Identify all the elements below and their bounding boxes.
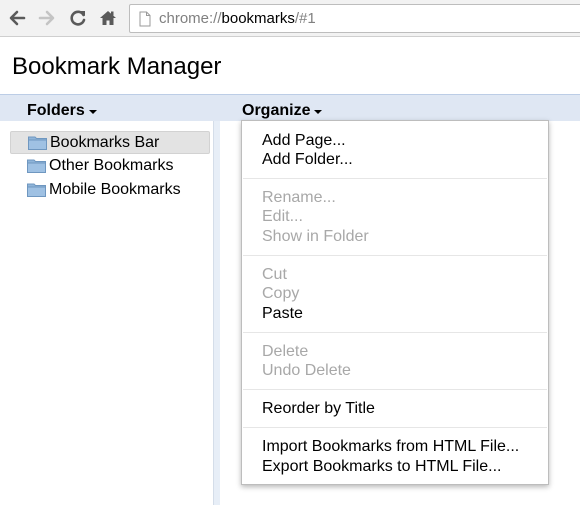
menu-item-show-in-folder[interactable]: Show in Folder (262, 227, 369, 246)
url-host: bookmarks (221, 10, 295, 27)
url-scheme: chrome:// (159, 10, 222, 27)
back-arrow-icon (9, 10, 26, 26)
page-title: Bookmark Manager (12, 53, 222, 80)
menu-separator (243, 178, 547, 179)
home-icon (100, 11, 116, 25)
pane-splitter[interactable] (213, 121, 220, 505)
menu-item-paste[interactable]: Paste (262, 304, 303, 323)
tree-item-label: Mobile Bookmarks (49, 181, 181, 198)
menu-separator (243, 255, 547, 256)
organize-label: Organize (242, 102, 311, 119)
menu-separator (243, 332, 547, 333)
folder-icon (28, 136, 47, 150)
menu-item-add-page[interactable]: Add Page... (262, 131, 346, 150)
caret-down-icon (314, 109, 323, 114)
menu-item-undo-delete[interactable]: Undo Delete (262, 361, 351, 380)
forward-button[interactable] (35, 6, 59, 30)
folder-icon (27, 183, 46, 197)
menu-item-cut[interactable]: Cut (262, 265, 287, 284)
menu-separator (243, 427, 547, 428)
url-path: /#1 (294, 10, 316, 27)
page-icon (139, 11, 151, 27)
tree-item-bookmarks-bar[interactable]: Bookmarks Bar (10, 131, 210, 154)
menu-item-reorder-by-title[interactable]: Reorder by Title (262, 399, 375, 418)
menu-item-rename[interactable]: Rename... (262, 188, 336, 207)
caret-down-icon (88, 109, 97, 114)
tree-item-other-bookmarks[interactable]: Other Bookmarks (10, 155, 210, 178)
menu-separator (243, 389, 547, 390)
header-bar: Folders Organize (0, 94, 580, 121)
tree-item-mobile-bookmarks[interactable]: Mobile Bookmarks (10, 179, 210, 202)
address-bar[interactable]: chrome://bookmarks/#1 (129, 4, 580, 33)
browser-toolbar: chrome://bookmarks/#1 (0, 0, 580, 37)
menu-item-copy[interactable]: Copy (262, 284, 299, 303)
organize-menu-button[interactable]: Organize (242, 102, 323, 120)
tree-item-label: Other Bookmarks (49, 157, 174, 174)
menu-item-add-folder[interactable]: Add Folder... (262, 150, 353, 169)
menu-item-export-bookmarks[interactable]: Export Bookmarks to HTML File... (262, 457, 501, 476)
back-button[interactable] (5, 6, 29, 30)
url-text: chrome://bookmarks/#1 (159, 10, 316, 28)
folders-label: Folders (27, 102, 85, 119)
reload-button[interactable] (66, 6, 90, 30)
home-button[interactable] (96, 6, 120, 30)
menu-item-delete[interactable]: Delete (262, 342, 308, 361)
menu-item-edit[interactable]: Edit... (262, 207, 303, 226)
forward-arrow-icon (38, 10, 55, 26)
reload-icon (70, 10, 86, 26)
menu-item-import-bookmarks[interactable]: Import Bookmarks from HTML File... (262, 437, 519, 456)
folder-icon (27, 159, 46, 173)
tree-item-label: Bookmarks Bar (50, 134, 160, 151)
folders-menu-button[interactable]: Folders (27, 102, 97, 120)
organize-menu: Add Page... Add Folder... Rename... Edit… (241, 120, 549, 485)
